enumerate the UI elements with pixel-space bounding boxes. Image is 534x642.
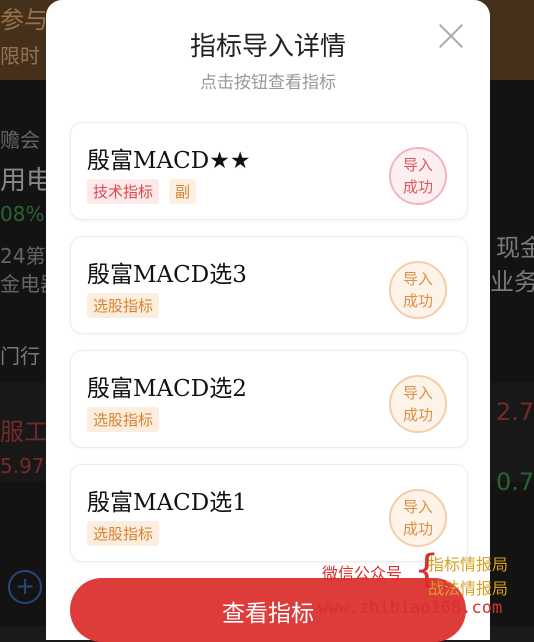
indicator-tags: 选股指标 bbox=[87, 521, 160, 546]
indicator-name: 殷富MACD★★ bbox=[87, 148, 251, 174]
indicator-card[interactable]: 殷富MACD★★ 技术指标 副 导入 成功 bbox=[70, 122, 468, 220]
tag-stock-selection: 选股指标 bbox=[87, 293, 160, 318]
import-success-stamp: 导入 成功 bbox=[389, 147, 447, 205]
tag-stock-selection: 选股指标 bbox=[87, 521, 160, 546]
import-details-modal: 指标导入详情 点击按钮查看指标 殷富MACD★★ 技术指标 副 导入 成功 殷富… bbox=[46, 0, 490, 642]
indicator-name: 殷富MACD选2 bbox=[87, 376, 247, 402]
watermark-wechat: 微信公众号 bbox=[322, 564, 403, 583]
import-success-stamp: 导入 成功 bbox=[389, 375, 447, 433]
indicator-card[interactable]: 殷富MACD选3 选股指标 导入 成功 bbox=[70, 236, 468, 334]
tag-sub: 副 bbox=[169, 179, 197, 204]
modal-subtitle: 点击按钮查看指标 bbox=[200, 73, 336, 93]
tag-technical: 技术指标 bbox=[87, 179, 160, 204]
close-icon[interactable] bbox=[436, 20, 466, 50]
modal-title: 指标导入详情 bbox=[189, 32, 346, 62]
import-success-stamp: 导入 成功 bbox=[389, 489, 447, 547]
indicator-card[interactable]: 殷富MACD选1 选股指标 导入 成功 bbox=[70, 464, 468, 562]
indicator-tags: 技术指标 副 bbox=[87, 179, 197, 204]
watermark-line2: 战法情报局 bbox=[428, 579, 509, 598]
tag-stock-selection: 选股指标 bbox=[87, 407, 160, 432]
watermark-url: www.zhibiao168.com bbox=[318, 598, 503, 618]
indicator-name: 殷富MACD选1 bbox=[87, 490, 247, 516]
indicator-tags: 选股指标 bbox=[87, 407, 160, 432]
indicator-tags: 选股指标 bbox=[87, 293, 160, 318]
watermark-line1: 指标情报局 bbox=[428, 555, 509, 574]
indicator-name: 殷富MACD选3 bbox=[87, 262, 247, 288]
import-success-stamp: 导入 成功 bbox=[389, 261, 447, 319]
indicator-card[interactable]: 殷富MACD选2 选股指标 导入 成功 bbox=[70, 350, 468, 448]
